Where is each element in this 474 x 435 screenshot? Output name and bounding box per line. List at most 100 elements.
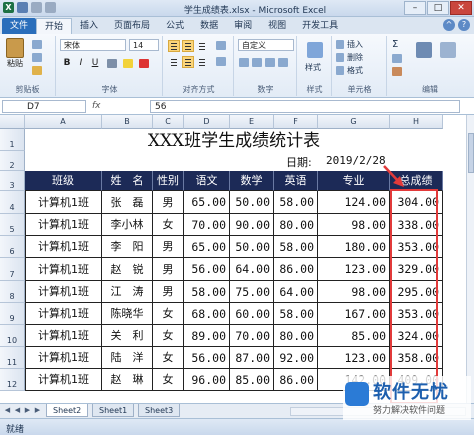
next-sheet-icon[interactable]: ▶: [23, 406, 32, 416]
tab-home[interactable]: 开始: [36, 18, 73, 34]
data-cell[interactable]: 86.00: [274, 369, 318, 391]
column-header-h[interactable]: H: [390, 115, 443, 129]
tab-insert[interactable]: 插入: [72, 18, 106, 34]
align-bottom-button[interactable]: [196, 40, 208, 52]
data-cell[interactable]: 男: [153, 281, 184, 303]
data-cell[interactable]: 64.00: [274, 281, 318, 303]
data-cell[interactable]: 58.00: [274, 303, 318, 325]
row-header-4[interactable]: 4: [0, 191, 25, 214]
name-box[interactable]: D7: [2, 100, 86, 113]
underline-button[interactable]: U: [89, 57, 101, 69]
row-header-11[interactable]: 11: [0, 347, 25, 369]
data-cell[interactable]: 女: [153, 325, 184, 347]
data-cell[interactable]: 123.00: [318, 347, 390, 369]
maximize-button[interactable]: □: [427, 1, 449, 15]
column-title-3[interactable]: 语文: [184, 171, 230, 191]
close-button[interactable]: ✕: [450, 1, 472, 15]
minimize-button[interactable]: –: [404, 1, 426, 15]
data-cell[interactable]: 64.00: [230, 258, 274, 281]
data-cell[interactable]: 陆 洋: [102, 347, 153, 369]
merge-center-icon[interactable]: [216, 57, 226, 66]
align-left-button[interactable]: [168, 56, 180, 68]
vertical-scrollbar[interactable]: [466, 115, 474, 403]
sheet-tab-sheet3[interactable]: Sheet3: [138, 404, 181, 417]
data-cell[interactable]: 96.00: [184, 369, 230, 391]
minimize-ribbon-icon[interactable]: ^: [443, 19, 455, 31]
prev-sheet-icon[interactable]: ◀: [13, 406, 22, 416]
percent-icon[interactable]: [252, 58, 262, 67]
help-icon[interactable]: ?: [458, 19, 470, 31]
data-cell[interactable]: 女: [153, 303, 184, 325]
data-cell[interactable]: 李 阳: [102, 236, 153, 258]
data-cell[interactable]: 56.00: [184, 347, 230, 369]
data-cell[interactable]: 赵 锐: [102, 258, 153, 281]
currency-icon[interactable]: [239, 58, 249, 67]
data-cell[interactable]: 70.00: [230, 325, 274, 347]
row-header-7[interactable]: 7: [0, 258, 25, 281]
row-header-5[interactable]: 5: [0, 214, 25, 236]
column-title-0[interactable]: 班级: [25, 171, 102, 191]
data-cell[interactable]: 陈晓华: [102, 303, 153, 325]
data-cell[interactable]: 李小林: [102, 214, 153, 236]
row-header-12[interactable]: 12: [0, 369, 25, 391]
data-cell[interactable]: 56.00: [184, 258, 230, 281]
data-cell[interactable]: 计算机1班: [25, 258, 102, 281]
find-select-icon[interactable]: [440, 42, 456, 58]
column-header-g[interactable]: G: [318, 115, 390, 129]
data-cell[interactable]: 68.00: [184, 303, 230, 325]
redo-icon[interactable]: [45, 2, 56, 13]
number-format-select[interactable]: 自定义: [238, 39, 294, 51]
last-sheet-icon[interactable]: ▶: [33, 406, 42, 416]
save-icon[interactable]: [17, 2, 28, 13]
data-cell[interactable]: 86.00: [274, 258, 318, 281]
data-cell[interactable]: 关 利: [102, 325, 153, 347]
styles-button-label[interactable]: 样式: [305, 62, 321, 73]
data-cell[interactable]: 167.00: [318, 303, 390, 325]
data-cell[interactable]: 计算机1班: [25, 369, 102, 391]
clear-icon[interactable]: [392, 67, 402, 76]
data-cell[interactable]: 58.00: [184, 281, 230, 303]
data-cell[interactable]: 50.00: [230, 236, 274, 258]
select-all-corner[interactable]: [0, 115, 25, 129]
tab-file[interactable]: 文件: [2, 18, 37, 34]
column-header-b[interactable]: B: [102, 115, 153, 129]
autosum-icon[interactable]: Σ: [392, 39, 398, 50]
tab-page-layout[interactable]: 页面布局: [106, 18, 158, 34]
delete-cells-button[interactable]: 删除: [347, 52, 363, 63]
data-cell[interactable]: 计算机1班: [25, 303, 102, 325]
styles-icon[interactable]: [307, 42, 323, 58]
row-header-8[interactable]: 8: [0, 281, 25, 303]
cut-icon[interactable]: [32, 40, 42, 49]
data-cell[interactable]: 123.00: [318, 258, 390, 281]
data-cell[interactable]: 计算机1班: [25, 191, 102, 214]
tab-developer[interactable]: 开发工具: [294, 18, 346, 34]
tab-view[interactable]: 视图: [260, 18, 294, 34]
format-cells-button[interactable]: 格式: [347, 65, 363, 76]
insert-cells-button[interactable]: 插入: [347, 39, 363, 50]
data-cell[interactable]: 计算机1班: [25, 281, 102, 303]
data-cell[interactable]: 男: [153, 191, 184, 214]
data-cell[interactable]: 58.00: [274, 191, 318, 214]
data-cell[interactable]: 女: [153, 347, 184, 369]
column-header-a[interactable]: A: [25, 115, 102, 129]
data-cell[interactable]: 女: [153, 214, 184, 236]
first-sheet-icon[interactable]: ◀: [3, 406, 12, 416]
row-header-2[interactable]: 2: [0, 151, 25, 171]
align-middle-button[interactable]: [182, 40, 194, 52]
decimal-icon[interactable]: [278, 58, 288, 67]
data-cell[interactable]: 60.00: [230, 303, 274, 325]
function-icon[interactable]: fx: [92, 101, 101, 111]
data-cell[interactable]: 计算机1班: [25, 325, 102, 347]
formula-input[interactable]: 56: [150, 100, 460, 113]
font-size-select[interactable]: 14: [129, 39, 159, 51]
column-title-2[interactable]: 性别: [153, 171, 184, 191]
data-cell[interactable]: 92.00: [274, 347, 318, 369]
data-cell[interactable]: 赵 琳: [102, 369, 153, 391]
fill-icon[interactable]: [392, 54, 402, 63]
column-title-4[interactable]: 数学: [230, 171, 274, 191]
data-cell[interactable]: 65.00: [184, 191, 230, 214]
sheet-title[interactable]: XXX班学生成绩统计表: [25, 130, 443, 152]
border-icon[interactable]: [107, 59, 117, 68]
date-value[interactable]: 2019/2/28: [326, 154, 386, 167]
date-label[interactable]: 日期:: [286, 154, 312, 170]
